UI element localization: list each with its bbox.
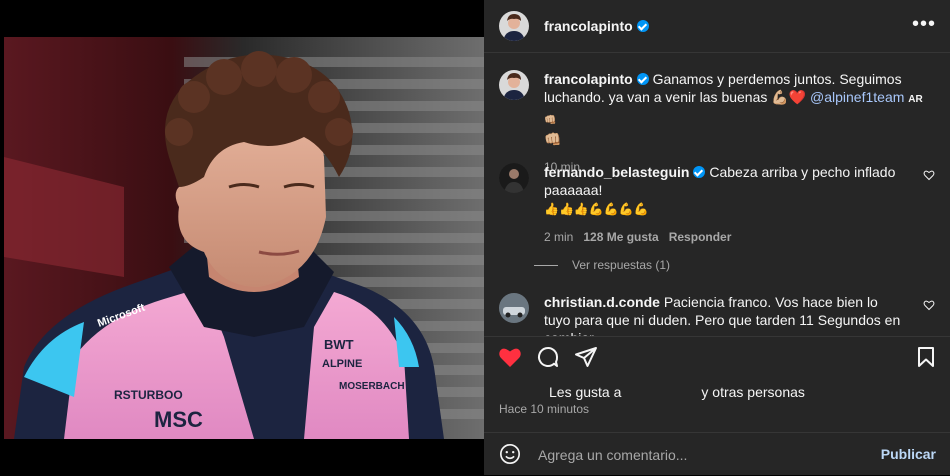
comment-avatar[interactable] bbox=[499, 293, 529, 323]
verified-badge-icon bbox=[693, 166, 706, 178]
comment-likes[interactable]: 128 Me gusta bbox=[583, 230, 658, 244]
publish-button[interactable]: Publicar bbox=[881, 446, 936, 462]
comment-icon[interactable] bbox=[536, 345, 560, 369]
author-username[interactable]: francolapinto bbox=[544, 18, 649, 34]
post-header: francolapinto ••• bbox=[484, 0, 950, 53]
more-options-icon[interactable]: ••• bbox=[912, 14, 936, 34]
instagram-post: RSTURBOO MSC BWT ALPINE MOSERBACH Micros… bbox=[0, 0, 950, 475]
comment-avatar[interactable] bbox=[499, 163, 529, 193]
comment-username[interactable]: fernando_belasteguin bbox=[544, 164, 689, 180]
post-panel: francolapinto ••• francolapinto Ganamos … bbox=[484, 0, 950, 475]
svg-text:RSTURBOO: RSTURBOO bbox=[114, 388, 183, 402]
author-username-text[interactable]: francolapinto bbox=[544, 18, 633, 34]
svg-text:MOSERBACH: MOSERBACH bbox=[339, 381, 405, 392]
share-icon[interactable] bbox=[574, 345, 598, 369]
replies-divider bbox=[534, 264, 558, 266]
svg-text:ALPINE: ALPINE bbox=[322, 358, 362, 370]
comments-section: francolapinto Ganamos y perdemos juntos.… bbox=[484, 53, 950, 336]
svg-text:MSC: MSC bbox=[154, 407, 203, 432]
like-heart-icon[interactable] bbox=[498, 345, 522, 369]
comment-emojis: 👍👍👍💪💪💪💪 bbox=[544, 202, 649, 216]
reply-button[interactable]: Responder bbox=[669, 230, 732, 244]
post-time[interactable]: Hace 10 minutos bbox=[499, 402, 589, 416]
post-photo[interactable]: RSTURBOO MSC BWT ALPINE MOSERBACH Micros… bbox=[4, 37, 484, 439]
comment-meta: 2 min 128 Me gusta Responder bbox=[544, 228, 905, 246]
likes-summary[interactable]: Les gusta a y otras personas bbox=[549, 384, 805, 400]
verified-badge-icon bbox=[636, 20, 649, 32]
comment-time[interactable]: 2 min bbox=[544, 230, 573, 244]
like-comment-icon[interactable] bbox=[923, 169, 935, 181]
mention-link[interactable]: @alpinef1team bbox=[810, 89, 904, 105]
emoji-icon[interactable] bbox=[499, 443, 521, 465]
svg-text:BWT: BWT bbox=[324, 337, 354, 352]
author-avatar[interactable] bbox=[499, 11, 529, 41]
post-media: RSTURBOO MSC BWT ALPINE MOSERBACH Micros… bbox=[0, 0, 484, 475]
likes-suffix: y otras personas bbox=[701, 384, 805, 400]
caption-avatar[interactable] bbox=[499, 70, 529, 100]
verified-badge-icon bbox=[636, 73, 649, 85]
comment-username[interactable]: christian.d.conde bbox=[544, 294, 660, 310]
action-bar bbox=[484, 336, 950, 377]
caption-username[interactable]: francolapinto bbox=[544, 71, 633, 87]
comment-composer: Publicar bbox=[484, 432, 950, 476]
view-replies-text[interactable]: Ver respuestas (1) bbox=[572, 258, 670, 272]
like-comment-icon[interactable] bbox=[923, 299, 935, 311]
save-bookmark-icon[interactable] bbox=[914, 345, 938, 369]
likes-prefix: Les gusta a bbox=[549, 384, 622, 400]
caption-suffix-2: 👊🏼 bbox=[544, 131, 562, 147]
view-replies-button[interactable]: Ver respuestas (1) bbox=[534, 258, 670, 272]
comment-input[interactable] bbox=[536, 441, 860, 469]
